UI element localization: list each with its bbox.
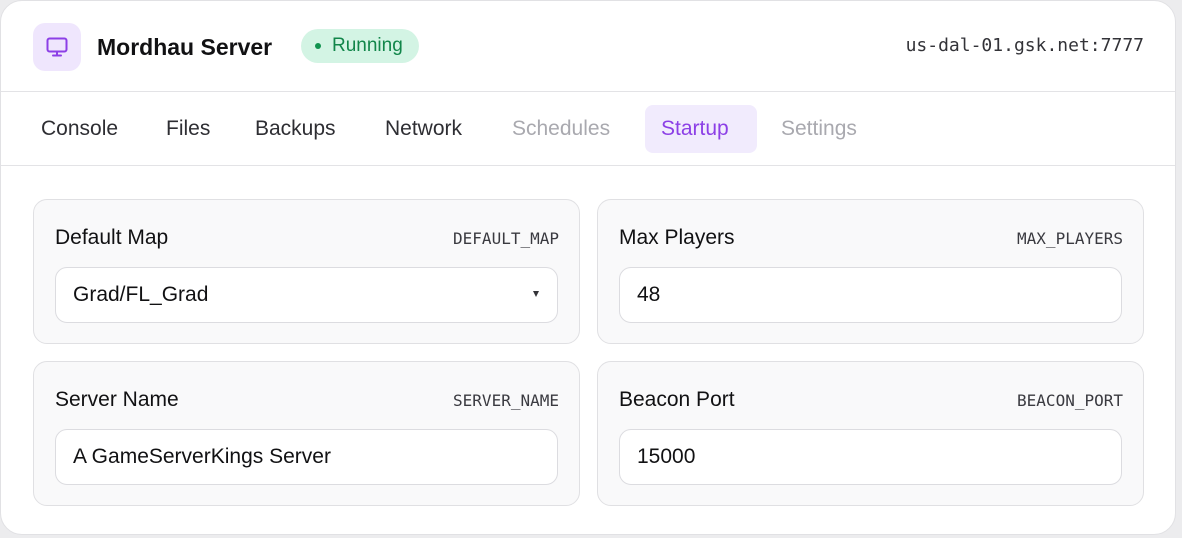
variable-env-name: MAX_PLAYERS [1017, 229, 1123, 248]
tab-schedules[interactable]: Schedules [512, 105, 610, 153]
tab-startup[interactable]: Startup [645, 105, 757, 153]
variable-label: Default Map [55, 226, 169, 249]
tab-bar: Console Files Backups Network Schedules … [1, 92, 1175, 166]
variable-label: Beacon Port [619, 388, 735, 411]
max-players-input[interactable] [619, 267, 1122, 323]
status-badge: Running [301, 29, 419, 63]
chevron-down-icon [533, 291, 539, 297]
beacon-port-input[interactable] [619, 429, 1122, 485]
tab-settings[interactable]: Settings [781, 105, 857, 153]
variable-env-name: DEFAULT_MAP [453, 229, 559, 248]
server-name-input[interactable] [55, 429, 558, 485]
variable-label: Server Name [55, 388, 179, 411]
variable-card-default-map: Default Map DEFAULT_MAP Grad/FL_Grad [33, 199, 580, 344]
status-label: Running [332, 35, 403, 56]
default-map-select[interactable]: Grad/FL_Grad [55, 267, 558, 323]
tab-console[interactable]: Console [41, 105, 118, 153]
tab-network[interactable]: Network [385, 105, 462, 153]
variable-env-name: BEACON_PORT [1017, 391, 1123, 410]
variable-card-beacon-port: Beacon Port BEACON_PORT [597, 361, 1144, 506]
tab-backups[interactable]: Backups [255, 105, 336, 153]
variable-label: Max Players [619, 226, 735, 249]
default-map-selected-value: Grad/FL_Grad [73, 283, 209, 306]
server-address: us-dal-01.gsk.net:7777 [905, 35, 1144, 56]
tab-files[interactable]: Files [166, 105, 210, 153]
status-dot-icon [315, 43, 321, 49]
server-header: Mordhau Server Running us-dal-01.gsk.net… [1, 1, 1175, 92]
variable-card-server-name: Server Name SERVER_NAME [33, 361, 580, 506]
server-panel: Mordhau Server Running us-dal-01.gsk.net… [0, 0, 1176, 535]
server-title: Mordhau Server [97, 34, 273, 60]
variable-env-name: SERVER_NAME [453, 391, 559, 410]
monitor-icon [33, 23, 81, 71]
variable-card-max-players: Max Players MAX_PLAYERS [597, 199, 1144, 344]
